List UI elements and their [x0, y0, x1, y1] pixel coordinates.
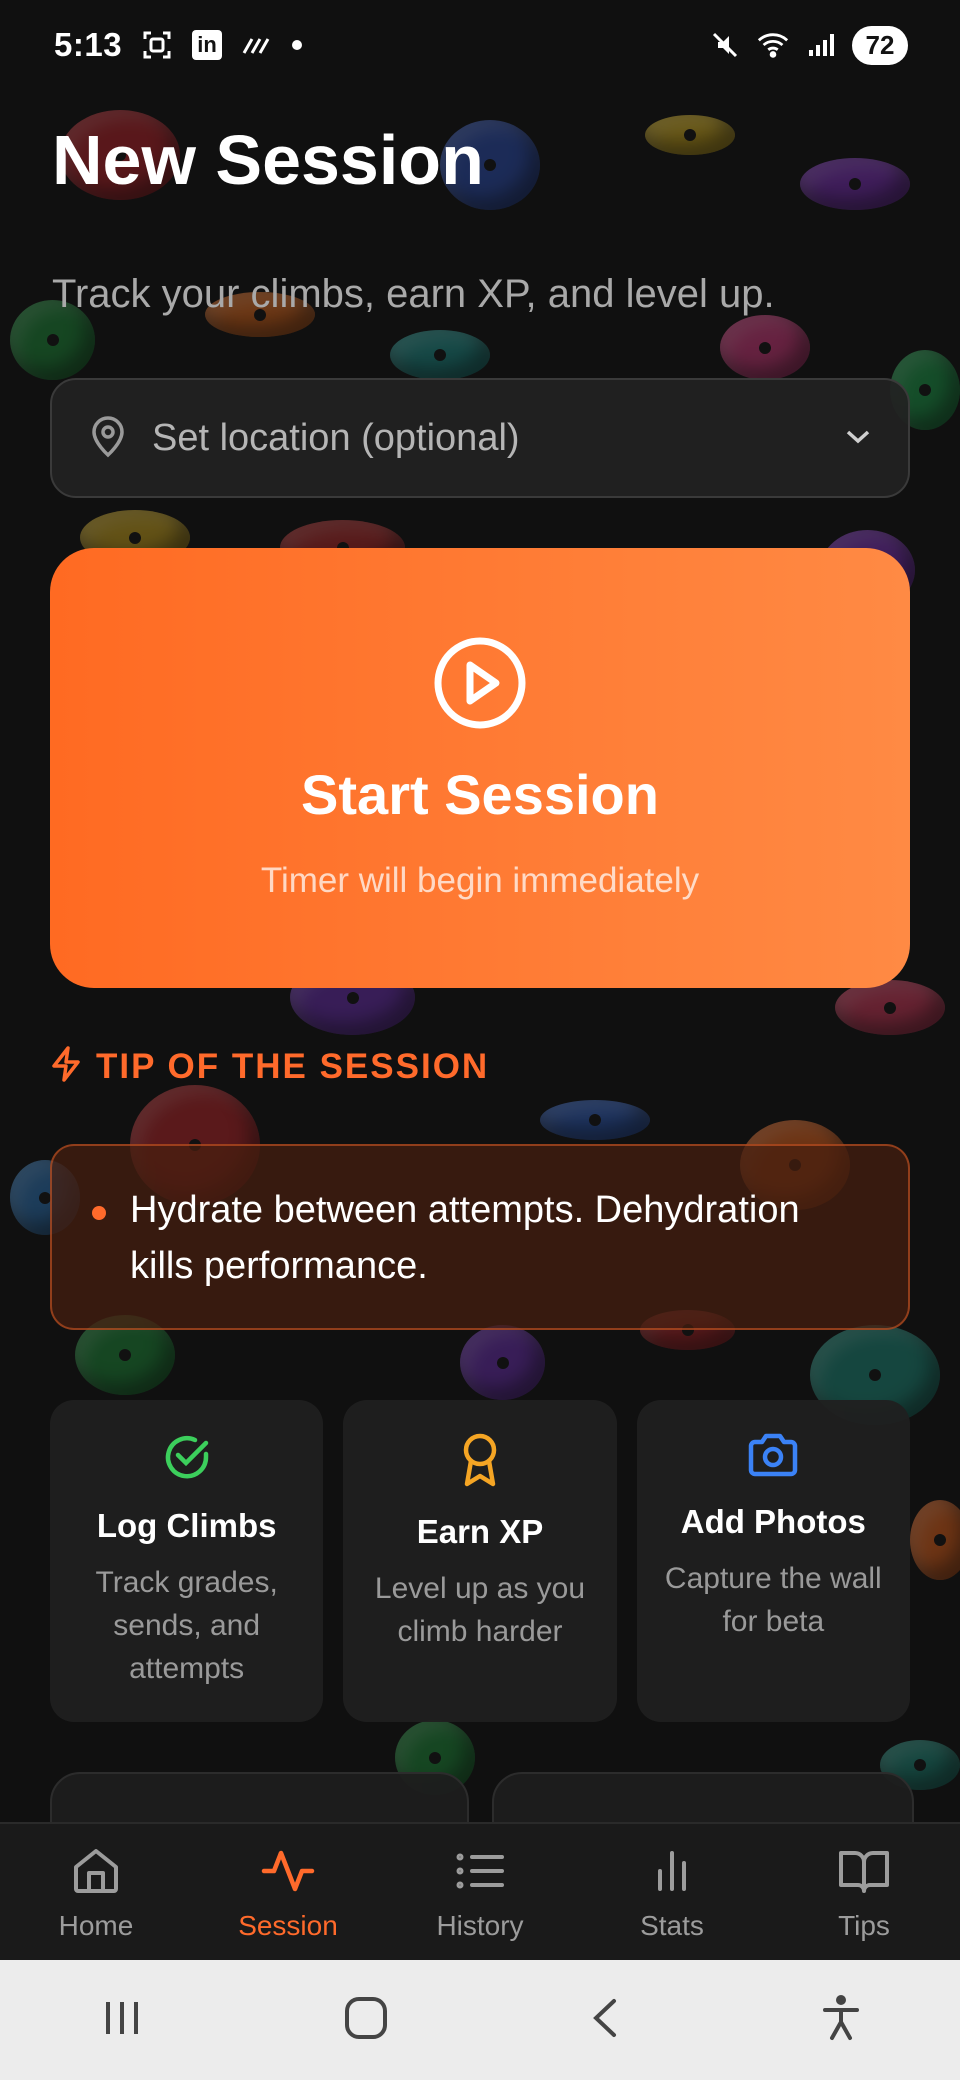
nav-session[interactable]: Session	[192, 1824, 384, 1962]
feature-description: Level up as you climb harder	[374, 1572, 586, 1648]
feature-card-earn-xp: Earn XP Level up as you climb harder	[343, 1400, 617, 1722]
map-pin-icon	[88, 414, 128, 463]
battery-level: 72	[852, 25, 908, 65]
book-icon	[837, 1845, 891, 1902]
tip-header: TIP OF THE SESSION	[50, 1046, 489, 1087]
feature-card-log-climbs: Log Climbs Track grades, sends, and atte…	[50, 1400, 324, 1722]
nav-home[interactable]: Home	[0, 1824, 192, 1962]
screenshot-icon	[140, 28, 174, 62]
recent-apps-icon[interactable]	[100, 1998, 144, 2043]
nav-label: Tips	[838, 1909, 890, 1941]
system-navigation-bar	[0, 1960, 960, 2080]
nav-label: Stats	[640, 1909, 704, 1941]
nav-stats[interactable]: Stats	[576, 1824, 768, 1962]
status-time: 5:13	[54, 26, 123, 63]
start-session-title: Start Session	[301, 763, 659, 826]
activity-icon	[261, 1845, 315, 1902]
page-title: New Session	[52, 121, 484, 199]
location-label: Set location (optional)	[152, 416, 520, 459]
home-icon	[70, 1845, 122, 1902]
feature-description: Track grades, sends, and attempts	[95, 1566, 278, 1685]
signal-icon	[804, 28, 838, 62]
nav-history[interactable]: History	[384, 1824, 576, 1962]
feature-description: Capture the wall for beta	[664, 1562, 882, 1638]
camera-icon	[747, 1432, 799, 1483]
tip-heading: TIP OF THE SESSION	[96, 1046, 490, 1086]
page-subtitle: Track your climbs, earn XP, and level up…	[52, 272, 775, 316]
list-icon	[454, 1845, 506, 1902]
start-session-button[interactable]: Start Session Timer will begin immediate…	[50, 548, 910, 988]
location-selector[interactable]: Set location (optional)	[50, 378, 910, 498]
notification-dot-icon	[292, 40, 303, 50]
feature-card-add-photos: Add Photos Capture the wall for beta	[636, 1400, 910, 1722]
feature-title: Add Photos	[680, 1503, 866, 1540]
nav-label: Session	[238, 1909, 338, 1941]
status-bar: 5:13 in 72	[0, 0, 960, 90]
bottom-navigation: Home Session History Stats Tips	[0, 1822, 960, 1962]
bullet-dot	[92, 1206, 106, 1220]
chevron-down-icon	[844, 426, 872, 451]
nav-tips[interactable]: Tips	[768, 1824, 960, 1962]
play-circle-icon	[432, 635, 528, 736]
feature-cards: Log Climbs Track grades, sends, and atte…	[50, 1400, 910, 1722]
back-icon[interactable]	[588, 1995, 622, 2046]
nav-label: History	[436, 1909, 524, 1941]
feature-title: Log Climbs	[96, 1507, 277, 1544]
wifi-icon	[756, 28, 790, 62]
check-circle-icon	[162, 1432, 212, 1487]
home-button-icon[interactable]	[343, 1995, 389, 2046]
award-icon	[455, 1432, 505, 1493]
start-session-subtitle: Timer will begin immediately	[260, 861, 700, 900]
lightning-icon	[50, 1046, 82, 1087]
session-screen: New Session Track your climbs, earn XP, …	[0, 0, 960, 1896]
tip-card: Hydrate between attempts. Dehydration ki…	[50, 1144, 910, 1330]
nav-label: Home	[58, 1909, 134, 1941]
bar-chart-icon	[646, 1845, 698, 1902]
accessibility-icon[interactable]	[821, 1994, 861, 2047]
tip-text: Hydrate between attempts. Dehydration ki…	[130, 1189, 800, 1287]
no-signal-icon	[240, 28, 274, 62]
mute-icon	[708, 28, 742, 62]
linkedin-icon: in	[192, 30, 223, 60]
feature-title: Earn XP	[416, 1513, 544, 1550]
